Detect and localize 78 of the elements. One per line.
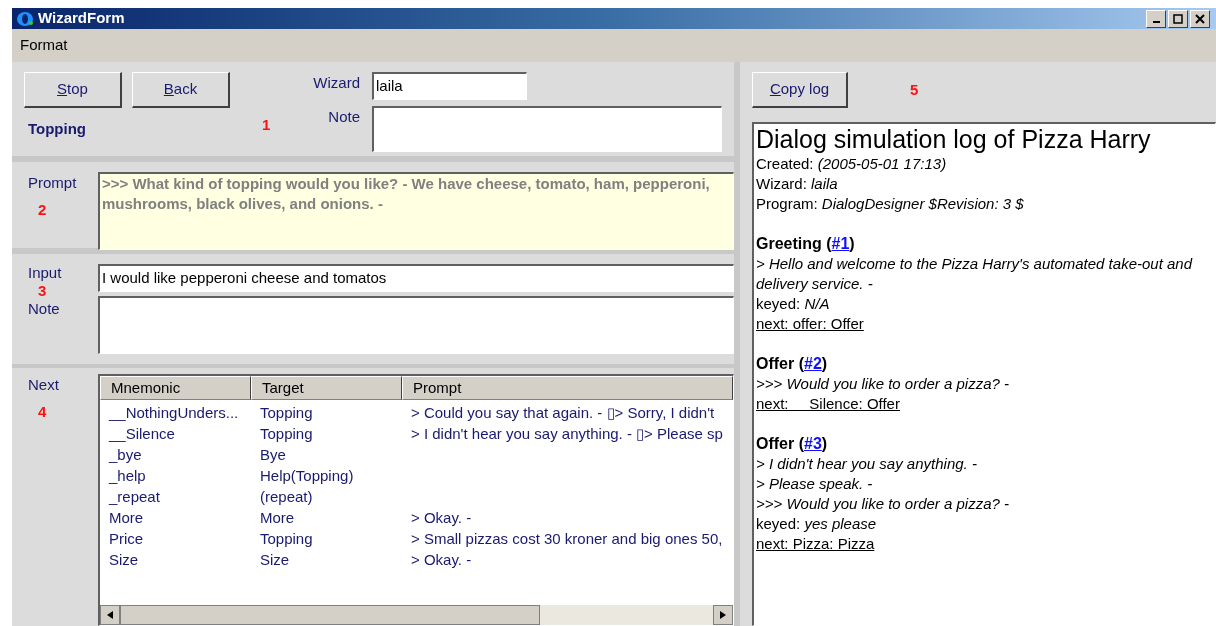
table-cell: Size bbox=[109, 551, 139, 568]
log-section-heading: ) bbox=[849, 235, 855, 252]
table-cell: __Silence bbox=[109, 425, 175, 442]
table-cell: Size bbox=[260, 551, 290, 568]
note-label: Note bbox=[28, 300, 61, 318]
table-cell: > Okay. - bbox=[411, 509, 472, 526]
log-meta-line: Program: DialogDesigner $Revision: 3 $ bbox=[756, 194, 1025, 214]
maximize-icon bbox=[1173, 13, 1183, 24]
input-label: Input bbox=[28, 264, 63, 282]
app-icon bbox=[16, 10, 34, 27]
table-cell: Topping bbox=[260, 404, 313, 421]
section-number: 3 bbox=[37, 282, 48, 300]
table-cell: > Could you say that again. - ▯> Sorry, I didn't bbox=[411, 404, 715, 421]
log-anchor-link[interactable]: #3 bbox=[804, 435, 822, 452]
close-button[interactable] bbox=[1190, 9, 1210, 28]
prompt-label: Prompt bbox=[28, 173, 78, 193]
wizard-label: Wizard bbox=[312, 73, 360, 93]
table-cell: _repeat bbox=[109, 488, 160, 505]
log-section-heading: ) bbox=[821, 355, 828, 372]
section-number: 1 bbox=[262, 115, 272, 135]
stop-button[interactable]: Stop bbox=[24, 72, 122, 108]
scroll-left-icon bbox=[107, 611, 113, 619]
next-label: Next bbox=[28, 375, 60, 395]
table-cell: _bye bbox=[109, 446, 142, 463]
log-meta-line: Wizard: laila bbox=[756, 174, 839, 194]
log-meta-line: Created: (2005-05-01 17:13) bbox=[756, 154, 948, 174]
column-header[interactable]: Mnemonic bbox=[100, 376, 251, 400]
log-section-heading: ) bbox=[821, 435, 828, 452]
input-field[interactable]: I would like pepperoni cheese and tomatos bbox=[98, 264, 734, 292]
log-next-line: next: offer: Offer bbox=[756, 314, 865, 334]
log-next-line: next: Pizza: Pizza bbox=[756, 534, 876, 554]
log-keyed-line: keyed: yes please bbox=[756, 514, 878, 534]
log-section-heading: Offer ( bbox=[756, 435, 804, 452]
table-cell: (repeat) bbox=[260, 488, 313, 505]
log-section-heading: Greeting ( bbox=[756, 235, 832, 252]
note-label: Note bbox=[327, 107, 360, 127]
section-number: 5 bbox=[910, 79, 919, 100]
table-cell: > Small pizzas cost 30 kroner and big ones 50, bbox=[411, 530, 723, 547]
table-cell: > I didn't hear you say anything. - ▯> Please sp bbox=[411, 425, 723, 442]
log-prompt-line: >>> Would you like to order a pizza? - bbox=[756, 494, 1011, 514]
table-cell: More bbox=[109, 509, 144, 526]
table-cell: Topping bbox=[260, 530, 313, 547]
table-cell: Bye bbox=[260, 446, 286, 463]
close-icon bbox=[1195, 13, 1205, 24]
log-keyed-line: keyed: N/A bbox=[756, 294, 831, 314]
section-number: 4 bbox=[37, 401, 48, 422]
horizontal-scrollbar[interactable] bbox=[100, 605, 733, 625]
back-button[interactable]: Back bbox=[132, 72, 230, 108]
table-cell: Price bbox=[109, 530, 144, 547]
log-section-heading: Offer ( bbox=[756, 355, 804, 372]
column-header[interactable]: Target bbox=[251, 376, 402, 400]
log-anchor-link[interactable]: #2 bbox=[804, 355, 822, 372]
section-number: 2 bbox=[37, 199, 48, 220]
scrollbar-thumb[interactable] bbox=[120, 605, 540, 625]
minimize-icon bbox=[1152, 20, 1160, 23]
log-next-line: next: Silence: Offer bbox=[756, 394, 901, 414]
table-cell: Help(Topping) bbox=[260, 467, 354, 484]
table-cell: More bbox=[260, 509, 295, 526]
log-title: Dialog simulation log of Pizza Harry bbox=[756, 124, 1152, 154]
state-label: Topping bbox=[27, 119, 88, 139]
copy-log-button[interactable]: Copy log bbox=[752, 72, 848, 108]
table-cell: __NothingUnders... bbox=[109, 404, 239, 421]
log-prompt-line: > Please speak. - bbox=[756, 474, 874, 494]
table-cell: Topping bbox=[260, 425, 313, 442]
window-title: WizardForm bbox=[38, 8, 125, 29]
table-cell: _help bbox=[109, 467, 146, 484]
log-prompt-line: >>> Would you like to order a pizza? - bbox=[756, 374, 1011, 394]
minimize-button[interactable] bbox=[1146, 9, 1166, 28]
prompt-text-area: >>> What kind of topping would you like? - We have cheese, tomato, ham, pepperoni, mushrooms, black olives, and onions. - bbox=[98, 172, 734, 250]
note-field[interactable] bbox=[372, 106, 722, 152]
menu-item[interactable]: Format bbox=[20, 34, 68, 57]
table-cell: > Okay. - bbox=[411, 551, 472, 568]
column-header[interactable]: Prompt bbox=[402, 376, 733, 400]
wizard-field[interactable]: laila bbox=[372, 72, 527, 100]
scroll-right-icon bbox=[720, 611, 726, 619]
note-field[interactable] bbox=[98, 296, 734, 354]
maximize-button[interactable] bbox=[1168, 9, 1188, 28]
log-prompt-line: > I didn't hear you say anything. - bbox=[756, 454, 978, 474]
